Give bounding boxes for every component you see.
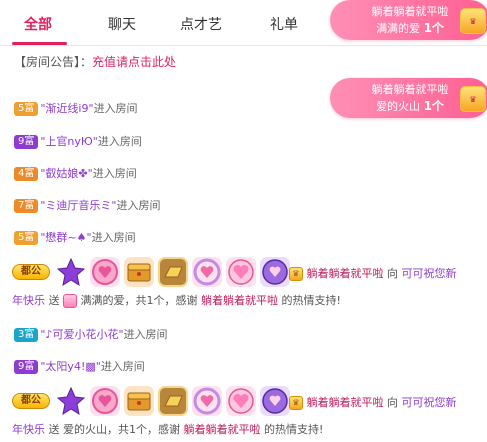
thanks-tail: 的热情支持!: [264, 423, 324, 436]
gift-detail: 满满的爱，共1个，感谢: [80, 294, 198, 307]
user-nick[interactable]: "♪可爱小花小花": [40, 328, 123, 341]
heart-crown-icon: [226, 386, 256, 416]
gift-line-2: 年快乐 送 爱的火山，共1个，感谢 躺着躺着就平啦 的热情支持!: [12, 421, 323, 437]
tab-talent[interactable]: 点才艺: [180, 14, 222, 34]
gift-box-icon: ♛: [289, 396, 303, 410]
gift-detail: 爱的火山，共1个，感谢: [63, 423, 180, 436]
tab-gift-list[interactable]: 礼单: [270, 14, 298, 34]
gift-thumb-icon: [63, 294, 77, 308]
tab-chat[interactable]: 聊天: [108, 14, 136, 34]
banner-gift: 爱的火山: [376, 100, 421, 113]
banner-count: 1个: [423, 21, 444, 35]
thanks-name[interactable]: 躺着躺着就平啦: [184, 423, 261, 436]
star-icon: [56, 257, 86, 287]
pink-heart-medal-icon: [90, 386, 120, 416]
gift-line-1: ♛ 躺着躺着就平啦 向 可可祝您新: [289, 394, 457, 410]
chat-message: 4富 "叡姑娘✤"进入房间: [14, 165, 137, 181]
entry-text: 进入房间: [123, 328, 168, 341]
entry-text: 进入房间: [97, 135, 142, 148]
receiver-name[interactable]: 可可祝您新: [402, 396, 457, 409]
room-notice: 【房间公告】：充值请点击此处: [14, 53, 176, 70]
banner-gift-icon: ♛: [460, 86, 486, 112]
chat-message: 3富 "♪可爱小花小花"进入房间: [14, 326, 168, 342]
receiver-name-cont[interactable]: 年快乐: [12, 423, 45, 436]
user-nick[interactable]: "懋群~♠": [40, 231, 91, 244]
user-nick[interactable]: "叡姑娘✤": [40, 167, 92, 180]
user-nick[interactable]: "上官nyЮ": [40, 135, 97, 148]
chat-message: 9富 "太阳y4!▩"进入房间: [14, 358, 145, 374]
entry-text: 进入房间: [116, 199, 161, 212]
entry-text: 进入房间: [100, 360, 145, 373]
gift-banner[interactable]: 躺着躺着就平啦 满满的爱 1个 ♛: [330, 0, 487, 40]
rank-badge: 4富: [14, 167, 39, 181]
to-text: 向: [387, 396, 398, 409]
chat-message: 9富 "上官nyЮ"进入房间: [14, 133, 142, 149]
rank-badge: 9富: [14, 360, 39, 374]
rank-badge: 9富: [14, 135, 39, 149]
to-text: 向: [387, 267, 398, 280]
send-text: 送: [48, 294, 60, 307]
gift-badge-row: 都公: [12, 257, 302, 287]
gold-chest-icon: [124, 386, 154, 416]
recharge-link[interactable]: 充值请点击此处: [92, 55, 176, 69]
rank-badge: 3富: [14, 328, 39, 342]
chat-message: 7富 "ミ迪厅音乐ミ"进入房间: [14, 197, 161, 213]
tab-all[interactable]: 全部: [24, 14, 52, 34]
entry-text: 进入房间: [93, 102, 138, 115]
chat-message: 5富 "渐近线i9"进入房间: [14, 100, 138, 116]
heart-ring-icon: [192, 386, 222, 416]
gift-box-icon: ♛: [289, 267, 303, 281]
receiver-name-cont[interactable]: 年快乐: [12, 294, 45, 307]
gift-banner[interactable]: 躺着躺着就平啦 爱的火山 1个 ♛: [330, 78, 487, 118]
user-nick[interactable]: "太阳y4!▩": [40, 360, 100, 373]
sender-name[interactable]: 躺着躺着就平啦: [307, 267, 384, 280]
send-text: 送: [48, 423, 60, 436]
banner-gift: 满满的爱: [376, 22, 421, 35]
notice-label: 【房间公告】：: [14, 55, 93, 69]
gold-bar-icon: [158, 386, 188, 416]
entry-text: 进入房间: [91, 231, 136, 244]
rank-badge: 5富: [14, 231, 39, 245]
heart-crown-icon: [226, 257, 256, 287]
user-nick[interactable]: "渐近线i9": [40, 102, 93, 115]
receiver-name[interactable]: 可可祝您新: [402, 267, 457, 280]
gold-chest-icon: [124, 257, 154, 287]
entry-text: 进入房间: [92, 167, 137, 180]
sender-name[interactable]: 躺着躺着就平啦: [307, 396, 384, 409]
rank-badge: 7富: [14, 199, 39, 213]
gift-line-2: 年快乐 送 满满的爱，共1个，感谢 躺着躺着就平啦 的热情支持!: [12, 292, 341, 308]
active-tab-underline: [12, 42, 67, 45]
pink-heart-medal-icon: [90, 257, 120, 287]
chat-message: 5富 "懋群~♠"进入房间: [14, 229, 136, 245]
rank-badge: 5富: [14, 102, 39, 116]
banner-gift-icon: ♛: [460, 8, 486, 34]
star-icon: [56, 386, 86, 416]
thanks-tail: 的热情支持!: [281, 294, 341, 307]
vip-badge: 都公: [12, 264, 50, 280]
thanks-name[interactable]: 躺着躺着就平啦: [201, 294, 278, 307]
heart-ring-icon: [192, 257, 222, 287]
banner-count: 1个: [423, 99, 444, 113]
gift-line-1: ♛ 躺着躺着就平啦 向 可可祝您新: [289, 265, 457, 281]
gift-badge-row: 都公: [12, 386, 302, 416]
purple-gem-icon: [260, 257, 290, 287]
user-nick[interactable]: "ミ迪厅音乐ミ": [40, 199, 116, 212]
vip-badge: 都公: [12, 393, 50, 409]
purple-gem-icon: [260, 386, 290, 416]
gold-bar-icon: [158, 257, 188, 287]
